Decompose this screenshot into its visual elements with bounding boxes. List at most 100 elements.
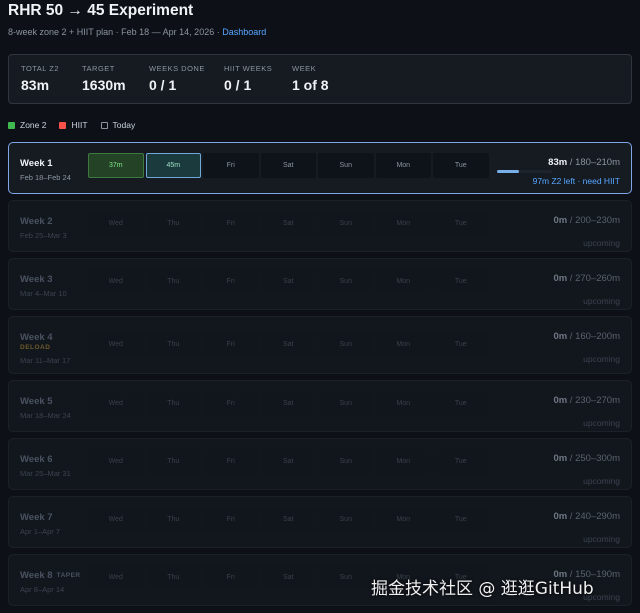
week-target: / 230–270m	[567, 395, 620, 406]
day-cell[interactable]: Sat	[260, 332, 316, 357]
week-name: Week 6	[20, 454, 53, 465]
day-cell[interactable]: 37m	[88, 153, 144, 178]
day-cell[interactable]: Wed	[88, 269, 144, 294]
stat-value: 1 of 8	[292, 77, 329, 93]
day-cell[interactable]: Thu	[145, 507, 201, 532]
week-dates: Mar 11–Mar 17	[20, 356, 71, 365]
stat-value: 0 / 1	[224, 77, 252, 93]
day-cell[interactable]: Wed	[88, 211, 144, 236]
hiit-swatch	[59, 121, 67, 129]
day-cell[interactable]: Thu	[145, 332, 201, 357]
stat-hiit-weeks: HIIT WEEKS 0 / 1	[224, 64, 272, 93]
day-cell[interactable]: Thu	[145, 211, 201, 236]
taper-tag: TAPER	[56, 572, 81, 579]
week-minutes: 0m	[553, 511, 568, 522]
day-cell[interactable]: Mon	[375, 507, 431, 532]
day-cell[interactable]: Mon	[375, 153, 431, 178]
day-cell[interactable]: Sat	[260, 211, 316, 236]
week-row[interactable]: Week 4 DELOAD Mar 11–Mar 17 Wed Thu Fri …	[8, 316, 632, 374]
legend-item-zone2: Zone 2	[8, 120, 46, 130]
day-cell[interactable]: Sun	[318, 391, 374, 416]
day-cell[interactable]: Sun	[318, 332, 374, 357]
stat-value: 0 / 1	[149, 77, 177, 93]
day-cell[interactable]: Sun	[318, 449, 374, 474]
day-cell[interactable]: Sat	[260, 391, 316, 416]
day-cell[interactable]: Fri	[203, 507, 259, 532]
day-cell[interactable]: Fri	[203, 449, 259, 474]
week-target: / 270–260m	[567, 273, 620, 284]
week-name-text: Week 8	[20, 570, 53, 581]
day-cell[interactable]: Thu	[145, 449, 201, 474]
legend-label: Today	[112, 120, 136, 130]
week-target: / 200–230m	[567, 215, 620, 226]
week-total: 0m / 200–230m	[553, 215, 620, 226]
week-minutes: 0m	[553, 331, 568, 342]
watermark: 掘金技术社区 @ 逛逛GitHub	[371, 579, 594, 599]
day-cell[interactable]: Tue	[433, 269, 489, 294]
day-cell[interactable]: Mon	[375, 269, 431, 294]
day-cell[interactable]: Fri	[203, 269, 259, 294]
week-row[interactable]: Week 3 Mar 4–Mar 10 Wed Thu Fri Sat Sun …	[8, 258, 632, 310]
week-dates: Feb 25–Mar 3	[20, 231, 67, 240]
day-cell[interactable]: Wed	[88, 565, 144, 590]
day-cell[interactable]: Tue	[433, 449, 489, 474]
week-status: upcoming	[583, 418, 620, 428]
legend-label: HIIT	[71, 120, 88, 130]
week-status: upcoming	[583, 238, 620, 248]
day-cell[interactable]: Wed	[88, 449, 144, 474]
legend-item-hiit: HIIT	[59, 120, 88, 130]
day-cell[interactable]: Tue	[433, 153, 489, 178]
week-status: 97m Z2 left · need HIIT	[532, 176, 620, 186]
week-row[interactable]: Week 7 Apr 1–Apr 7 Wed Thu Fri Sat Sun M…	[8, 496, 632, 548]
day-cell[interactable]: Fri	[203, 332, 259, 357]
day-cell[interactable]: Thu	[145, 269, 201, 294]
day-cell[interactable]: Thu	[145, 565, 201, 590]
day-grid: Wed Thu Fri Sat Sun Mon Tue	[88, 507, 489, 532]
day-cell[interactable]: Tue	[433, 332, 489, 357]
stat-label: TARGET	[82, 64, 115, 73]
stat-weeks-done: WEEKS DONE 0 / 1	[149, 64, 205, 93]
day-cell[interactable]: Thu	[145, 391, 201, 416]
week-row[interactable]: Week 1 Feb 18–Feb 24 37m 45m Fri Sat Sun…	[8, 142, 632, 194]
week-name: Week 7	[20, 512, 53, 523]
day-cell[interactable]: Sat	[260, 565, 316, 590]
day-cell[interactable]: Fri	[203, 391, 259, 416]
day-cell[interactable]: Wed	[88, 332, 144, 357]
day-grid: Wed Thu Fri Sat Sun Mon Tue	[88, 211, 489, 236]
day-cell[interactable]: Mon	[375, 449, 431, 474]
subtitle-text: 8-week zone 2 + HIIT plan · Feb 18 — Apr…	[8, 27, 223, 37]
day-cell[interactable]: Sun	[318, 565, 374, 590]
day-cell[interactable]: Sat	[260, 269, 316, 294]
day-cell[interactable]: Sun	[318, 153, 374, 178]
stat-target: TARGET 1630m	[82, 64, 126, 93]
day-cell[interactable]: Sat	[260, 507, 316, 532]
day-grid: Wed Thu Fri Sat Sun Mon Tue	[88, 269, 489, 294]
day-cell[interactable]: Mon	[375, 391, 431, 416]
day-cell[interactable]: Mon	[375, 211, 431, 236]
day-cell[interactable]: Wed	[88, 391, 144, 416]
day-cell[interactable]: Sun	[318, 269, 374, 294]
day-cell[interactable]: Sun	[318, 507, 374, 532]
day-cell[interactable]: Sat	[260, 153, 316, 178]
week-row[interactable]: Week 5 Mar 18–Mar 24 Wed Thu Fri Sat Sun…	[8, 380, 632, 432]
day-cell[interactable]: Tue	[433, 391, 489, 416]
day-cell[interactable]: Fri	[203, 565, 259, 590]
day-cell[interactable]: Tue	[433, 507, 489, 532]
day-cell[interactable]: 45m	[145, 153, 201, 178]
week-minutes: 0m	[553, 453, 568, 464]
day-cell[interactable]: Fri	[203, 153, 259, 178]
day-cell[interactable]: Wed	[88, 507, 144, 532]
dashboard-link[interactable]: Dashboard	[222, 27, 266, 37]
day-cell[interactable]: Fri	[203, 211, 259, 236]
week-total: 0m / 230–270m	[553, 395, 620, 406]
week-minutes: 0m	[553, 215, 568, 226]
day-cell[interactable]: Tue	[433, 211, 489, 236]
stat-value: 83m	[21, 77, 50, 93]
day-cell[interactable]: Sat	[260, 449, 316, 474]
week-name: Week 3	[20, 274, 53, 285]
week-name: Week 2	[20, 216, 53, 227]
week-row[interactable]: Week 6 Mar 25–Mar 31 Wed Thu Fri Sat Sun…	[8, 438, 632, 490]
day-cell[interactable]: Mon	[375, 332, 431, 357]
day-cell[interactable]: Sun	[318, 211, 374, 236]
week-row[interactable]: Week 2 Feb 25–Mar 3 Wed Thu Fri Sat Sun …	[8, 200, 632, 252]
